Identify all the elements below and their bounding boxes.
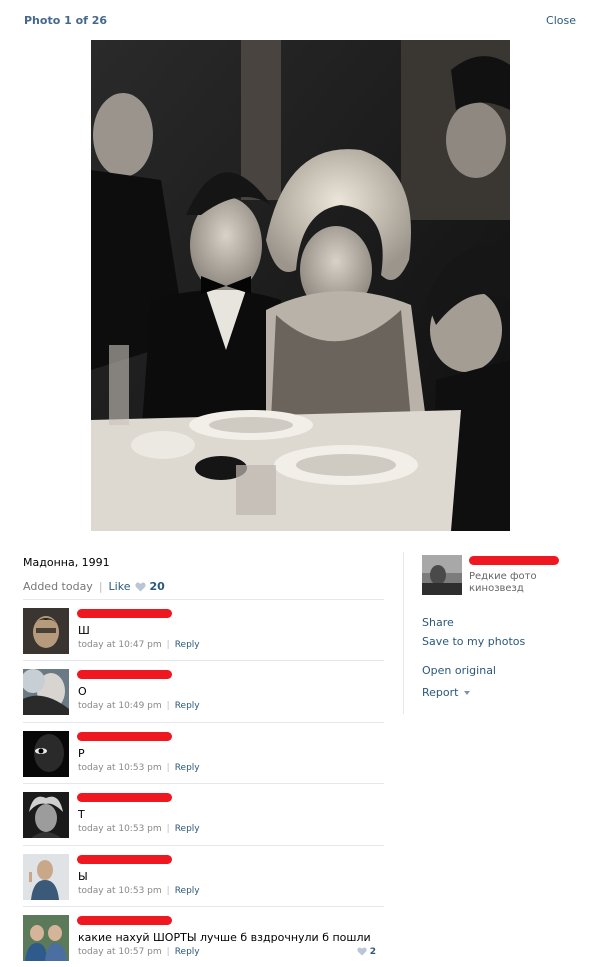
comment-item: Т today at 10:53 pm | Reply: [23, 783, 384, 844]
like-count[interactable]: 20: [149, 580, 164, 593]
open-original-link[interactable]: Open original: [422, 664, 525, 683]
comment-like-count[interactable]: 2: [370, 947, 376, 957]
caret-down-icon: [464, 690, 471, 695]
comment-time[interactable]: today at 10:47 pm: [78, 640, 162, 650]
comment-info: today at 10:53 pm | Reply: [78, 824, 200, 834]
report-label: Report: [422, 686, 459, 699]
report-dropdown[interactable]: Report: [422, 683, 525, 702]
photo-caption: Мадонна, 1991: [23, 556, 110, 569]
photo-meta: Added today | Like 20: [23, 580, 165, 593]
album-owner-redacted[interactable]: [469, 556, 559, 565]
info-separator: |: [166, 640, 170, 650]
avatar[interactable]: [23, 792, 69, 839]
added-date: Added today: [23, 580, 93, 593]
comment-item: Ы today at 10:53 pm | Reply: [23, 844, 384, 906]
main-photo[interactable]: [91, 40, 510, 531]
avatar[interactable]: [23, 730, 69, 777]
comment-info: today at 10:53 pm | Reply: [78, 886, 200, 896]
comment-text: Т: [78, 808, 85, 822]
comment-info: today at 10:47 pm | Reply: [78, 640, 200, 650]
author-name-redacted[interactable]: [77, 609, 172, 618]
comment-like[interactable]: 2: [357, 947, 376, 957]
reply-link[interactable]: Reply: [175, 947, 200, 957]
comment-time[interactable]: today at 10:53 pm: [78, 824, 162, 834]
close-button[interactable]: Close: [546, 14, 576, 27]
info-separator: |: [166, 885, 170, 896]
info-separator: |: [166, 824, 170, 835]
avatar[interactable]: [23, 669, 69, 716]
info-separator: |: [166, 946, 170, 957]
comment-time[interactable]: today at 10:53 pm: [78, 886, 162, 896]
reply-link[interactable]: Reply: [175, 701, 200, 711]
author-name-redacted[interactable]: [77, 854, 172, 864]
photo-counter: Photo 1 of 26: [24, 14, 108, 27]
info-separator: |: [166, 762, 170, 773]
comment-time[interactable]: today at 10:57 pm: [78, 947, 162, 957]
photo-actions: Share Save to my photos Open original Re…: [422, 616, 525, 702]
save-to-photos-link[interactable]: Save to my photos: [422, 635, 525, 654]
comment-info: today at 10:57 pm | Reply: [78, 947, 200, 957]
comment-info: today at 10:49 pm | Reply: [78, 701, 200, 711]
comment-info: today at 10:53 pm | Reply: [78, 763, 200, 773]
avatar[interactable]: [23, 608, 69, 654]
comment-item: О today at 10:49 pm | Reply: [23, 660, 384, 721]
author-name-redacted[interactable]: [77, 670, 172, 680]
reply-link[interactable]: Reply: [175, 824, 200, 834]
comment-text: Ы: [78, 869, 88, 883]
comment-text: Р: [78, 746, 85, 760]
comment-item: Ш today at 10:47 pm | Reply: [23, 599, 384, 660]
actions-gap: [422, 654, 525, 664]
reply-link[interactable]: Reply: [175, 886, 200, 896]
sidebar-divider: [403, 552, 404, 714]
album-name[interactable]: Редкие фото кинозвезд: [469, 571, 559, 595]
comments-list: Ш today at 10:47 pm | Reply О today at 1…: [23, 599, 384, 967]
reply-link[interactable]: Reply: [175, 763, 200, 773]
album-info[interactable]: Редкие фото кинозвезд: [422, 555, 582, 595]
comment-text: О: [78, 685, 87, 699]
share-link[interactable]: Share: [422, 616, 525, 635]
like-button[interactable]: Like: [109, 580, 131, 593]
author-name-redacted[interactable]: [77, 915, 172, 925]
comment-time[interactable]: today at 10:49 pm: [78, 701, 162, 711]
reply-link[interactable]: Reply: [175, 640, 200, 650]
heart-icon[interactable]: [357, 947, 367, 957]
info-separator: |: [166, 701, 170, 712]
heart-icon[interactable]: [135, 582, 147, 592]
avatar[interactable]: [23, 914, 69, 961]
avatar[interactable]: [23, 853, 69, 900]
album-thumbnail[interactable]: [422, 555, 462, 595]
photo-image: [91, 40, 510, 531]
comment-item: Р today at 10:53 pm | Reply: [23, 721, 384, 783]
meta-separator: |: [98, 580, 103, 593]
comment-text: Ш: [78, 624, 90, 637]
author-name-redacted[interactable]: [77, 793, 172, 803]
author-name-redacted[interactable]: [77, 731, 172, 741]
comment-time[interactable]: today at 10:53 pm: [78, 763, 162, 773]
comment-item: какие нахуй ШОРТЫ лучше б вздрочнули б п…: [23, 905, 384, 967]
comment-text: какие нахуй ШОРТЫ лучше б вздрочнули б п…: [78, 930, 371, 944]
